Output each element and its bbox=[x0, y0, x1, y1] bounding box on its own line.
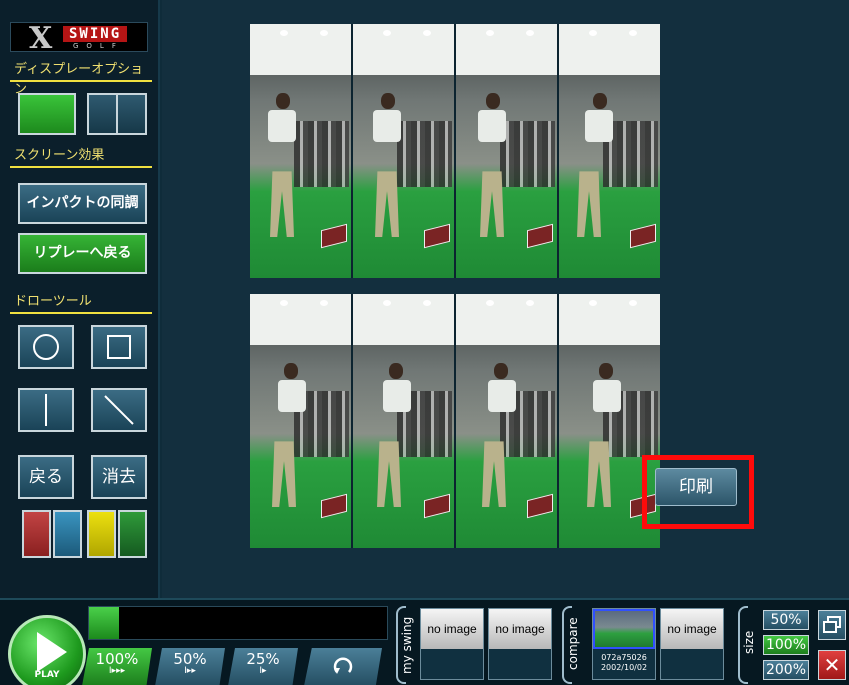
loop-button[interactable] bbox=[304, 648, 382, 685]
speed-100-button[interactable]: 100% I▸▸▸ bbox=[82, 648, 152, 685]
size-50-button[interactable]: 50% bbox=[763, 610, 809, 630]
speed-100-icon: I▸▸▸ bbox=[108, 666, 126, 676]
swing-frame bbox=[456, 294, 557, 548]
compare-id: 072a75026 bbox=[601, 653, 647, 662]
swing-frame bbox=[456, 24, 557, 278]
logo-swing: SWING bbox=[63, 26, 128, 42]
logo-golf: GOLF bbox=[73, 42, 124, 50]
my-swing-slot-2[interactable]: no image bbox=[488, 608, 552, 680]
compare-date: 2002/10/02 bbox=[600, 663, 648, 672]
speed-25-icon: I▸ bbox=[259, 666, 267, 676]
color-swatch-yellow[interactable] bbox=[87, 510, 116, 558]
back-to-replay-button[interactable]: リプレーへ戻る bbox=[18, 233, 147, 274]
swing-frame bbox=[353, 294, 454, 548]
progress-fill bbox=[89, 607, 119, 639]
undo-button[interactable]: 戻る bbox=[18, 455, 74, 499]
compare-slot-2[interactable]: no image bbox=[660, 608, 724, 680]
play-icon bbox=[37, 632, 67, 672]
split-display-button[interactable] bbox=[87, 93, 147, 135]
compare-slot-1[interactable]: 072a75026 2002/10/02 bbox=[592, 608, 656, 680]
color-swatch-red[interactable] bbox=[22, 510, 51, 558]
print-button-highlight bbox=[642, 455, 754, 529]
logo-x: X bbox=[29, 21, 52, 56]
screen-effects-heading: スクリーン効果 bbox=[10, 146, 152, 168]
rectangle-tool-button[interactable] bbox=[91, 325, 147, 369]
close-window-button[interactable]: ✕ bbox=[818, 650, 846, 680]
swing-frame bbox=[559, 24, 660, 278]
diagonal-line-tool-button[interactable] bbox=[91, 388, 147, 432]
circle-icon bbox=[33, 334, 59, 360]
color-swatch-green[interactable] bbox=[118, 510, 147, 558]
app-window: X SWING GOLF ディスプレーオプション スクリーン効果 インパクトの同… bbox=[0, 0, 849, 685]
my-swing-slot-1[interactable]: no image bbox=[420, 608, 484, 680]
main-view: 印刷 bbox=[162, 0, 849, 598]
speed-50-icon: I▸▸ bbox=[184, 666, 196, 676]
vertical-line-tool-button[interactable] bbox=[18, 388, 74, 432]
size-200-button[interactable]: 200% bbox=[763, 660, 809, 680]
restore-icon bbox=[823, 616, 841, 633]
progress-bar[interactable] bbox=[88, 606, 388, 640]
vertical-line-icon bbox=[45, 394, 47, 426]
square-icon bbox=[107, 335, 131, 359]
play-label: PLAY bbox=[34, 670, 60, 680]
my-swing-label: my swing bbox=[400, 616, 414, 674]
circle-tool-button[interactable] bbox=[18, 325, 74, 369]
swing-frame bbox=[250, 24, 351, 278]
swing-frame bbox=[353, 24, 454, 278]
color-swatch-blue[interactable] bbox=[53, 510, 82, 558]
close-icon: ✕ bbox=[823, 653, 841, 677]
no-image-label: no image bbox=[489, 609, 551, 649]
single-display-button[interactable] bbox=[18, 93, 76, 135]
diagonal-line-icon bbox=[104, 395, 134, 425]
compare-label: compare bbox=[566, 617, 580, 670]
no-image-label: no image bbox=[421, 609, 483, 649]
split-divider bbox=[116, 95, 118, 133]
clear-button[interactable]: 消去 bbox=[91, 455, 147, 499]
compare-thumbnail bbox=[593, 609, 655, 649]
loop-icon bbox=[333, 657, 353, 674]
restore-window-button[interactable] bbox=[818, 610, 846, 640]
draw-tools-heading: ドローツール bbox=[10, 292, 152, 314]
size-100-button[interactable]: 100% bbox=[763, 635, 809, 655]
sync-impact-button[interactable]: インパクトの同調 bbox=[18, 183, 147, 224]
swing-frame bbox=[250, 294, 351, 548]
swing-sequence-row-bottom bbox=[250, 294, 660, 548]
no-image-label: no image bbox=[661, 609, 723, 649]
speed-50-button[interactable]: 50% I▸▸ bbox=[155, 648, 225, 685]
play-button[interactable]: PLAY bbox=[8, 615, 86, 685]
xswing-logo: X SWING GOLF bbox=[10, 21, 148, 56]
speed-25-button[interactable]: 25% I▸ bbox=[228, 648, 298, 685]
playback-bar: PLAY 100% I▸▸▸ 50% I▸▸ 25% I▸ my swing n… bbox=[0, 598, 849, 685]
sidebar: X SWING GOLF ディスプレーオプション スクリーン効果 インパクトの同… bbox=[0, 0, 160, 598]
display-options-heading: ディスプレーオプション bbox=[10, 60, 152, 97]
swing-sequence-row-top bbox=[250, 24, 660, 278]
size-label: size bbox=[742, 630, 756, 654]
